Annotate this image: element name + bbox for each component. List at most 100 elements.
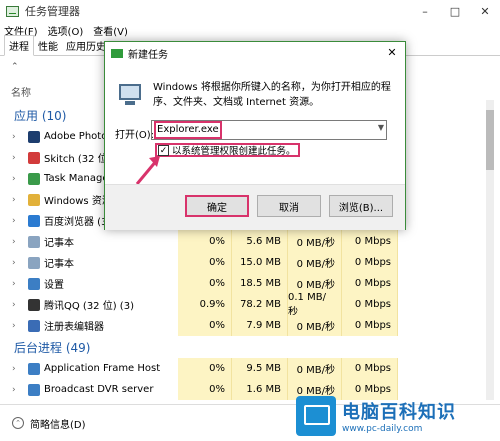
app-icon xyxy=(28,214,40,227)
app-icon xyxy=(28,235,40,248)
close-icon[interactable]: ✕ xyxy=(470,0,500,22)
memory-cell: 15.0 MB xyxy=(232,252,288,273)
monitor-logo-icon xyxy=(296,396,336,436)
chevron-right-icon[interactable]: › xyxy=(12,258,16,268)
ok-button[interactable]: 确定 xyxy=(185,195,249,217)
app-icon xyxy=(28,319,40,332)
disk-cell: 0 MB/秒 xyxy=(288,358,342,379)
process-name: 记事本 xyxy=(44,238,74,249)
chevron-right-icon[interactable]: › xyxy=(12,321,16,331)
chevron-right-icon[interactable]: › xyxy=(12,195,16,205)
cancel-button[interactable]: 取消 xyxy=(257,195,321,217)
window-controls: – □ ✕ xyxy=(410,0,500,22)
browse-button[interactable]: 浏览(B)... xyxy=(329,195,393,217)
app-icon xyxy=(28,172,40,185)
window-title: 任务管理器 xyxy=(25,5,80,18)
table-row[interactable]: › 腾讯QQ (32 位) (3) 0.9% 78.2 MB 0.1 MB/秒 0 Mbp… xyxy=(0,292,480,318)
app-icon xyxy=(28,383,40,396)
process-stats: 0% 9.5 MB 0 MB/秒 0 Mbps xyxy=(178,358,398,379)
network-cell: 0 Mbps xyxy=(342,358,398,379)
cpu-cell: 0% xyxy=(178,231,232,252)
minimize-icon[interactable]: – xyxy=(410,0,440,22)
chevron-right-icon[interactable]: › xyxy=(12,279,16,289)
process-name: Skitch (32 位) xyxy=(44,154,112,165)
memory-cell: 1.6 MB xyxy=(232,379,288,400)
admin-checkbox-label[interactable]: 以系统管理权限创建此任务。 xyxy=(172,143,296,157)
chevron-down-icon[interactable]: ▼ xyxy=(378,123,384,132)
app-icon xyxy=(28,130,40,143)
chevron-right-icon[interactable]: › xyxy=(12,216,16,226)
dialog-title: 新建任务 xyxy=(128,49,168,61)
table-row[interactable]: › 注册表编辑器 0% 7.9 MB 0 MB/秒 0 Mbps xyxy=(0,315,480,336)
process-stats: 0% 15.0 MB 0 MB/秒 0 Mbps xyxy=(178,252,398,273)
chevron-right-icon[interactable]: › xyxy=(12,237,16,247)
watermark: 电脑百科知识 www.pc-daily.com xyxy=(296,394,496,438)
title-bar: 任务管理器 – □ ✕ xyxy=(0,0,500,22)
column-header-name[interactable]: 名称 xyxy=(11,84,31,99)
cpu-cell: 0.9% xyxy=(178,294,232,315)
watermark-name: 电脑百科知识 xyxy=(342,402,456,423)
disk-cell: 0.1 MB/秒 xyxy=(288,292,342,318)
memory-cell: 5.6 MB xyxy=(232,231,288,252)
table-row[interactable]: › 设置 0% 18.5 MB 0 MB/秒 0 Mbps xyxy=(0,273,480,294)
memory-cell: 9.5 MB xyxy=(232,358,288,379)
network-cell: 0 Mbps xyxy=(342,252,398,273)
memory-cell: 78.2 MB xyxy=(232,294,288,315)
chevron-up-icon[interactable]: ⌃ xyxy=(11,62,19,72)
disk-cell: 0 MB/秒 xyxy=(288,315,342,336)
open-input-value[interactable]: Explorer.exe xyxy=(154,121,222,139)
group-background: 后台进程 (49) xyxy=(14,340,91,355)
memory-cell: 18.5 MB xyxy=(232,273,288,294)
chevron-right-icon[interactable]: › xyxy=(12,132,16,142)
process-name: 记事本 xyxy=(44,259,74,270)
process-name: 腾讯QQ (32 位) (3) xyxy=(44,301,134,312)
cpu-cell: 0% xyxy=(178,252,232,273)
app-icon xyxy=(28,362,40,375)
admin-checkbox[interactable]: ✓ 以系统管理权限创建此任务。 xyxy=(155,143,300,157)
chevron-right-icon[interactable]: › xyxy=(12,385,16,395)
network-cell: 0 Mbps xyxy=(342,231,398,252)
memory-cell: 7.9 MB xyxy=(232,315,288,336)
fewer-details-link[interactable]: 简略信息(D) xyxy=(30,416,86,431)
process-name: 注册表编辑器 xyxy=(44,322,104,333)
process-name: Adobe Photos xyxy=(44,131,113,142)
table-row[interactable]: › 记事本 0% 5.6 MB 0 MB/秒 0 Mbps xyxy=(0,231,480,252)
task-manager-icon xyxy=(6,5,19,17)
app-icon xyxy=(28,151,40,164)
disk-cell: 0 MB/秒 xyxy=(288,252,342,273)
dialog-app-icon xyxy=(111,48,123,58)
new-task-dialog: 新建任务 ✕ Windows 将根据你所键入的名称，为你打开相应的程序、文件夹、… xyxy=(104,41,406,230)
network-cell: 0 Mbps xyxy=(342,294,398,315)
app-icon xyxy=(28,298,40,311)
chevron-up-circle-icon[interactable]: ⌃ xyxy=(12,417,24,429)
annotation-arrow-icon xyxy=(135,156,160,185)
dialog-title-bar: 新建任务 ✕ xyxy=(105,42,405,64)
cpu-cell: 0% xyxy=(178,315,232,336)
watermark-url: www.pc-daily.com xyxy=(342,424,423,434)
table-row[interactable]: › Application Frame Host 0% 9.5 MB 0 MB/秒 0 M… xyxy=(0,358,480,379)
process-name: Broadcast DVR server xyxy=(44,384,154,395)
process-stats: 0% 7.9 MB 0 MB/秒 0 Mbps xyxy=(178,315,398,336)
tab-processes[interactable]: 进程 xyxy=(4,35,34,56)
dialog-footer: 确定 取消 浏览(B)... xyxy=(105,184,405,230)
dialog-description: Windows 将根据你所键入的名称，为你打开相应的程序、文件夹、文档或 Int… xyxy=(153,82,391,108)
scrollbar[interactable] xyxy=(486,100,494,400)
chevron-right-icon[interactable]: › xyxy=(12,153,16,163)
process-name: Application Frame Host xyxy=(44,363,161,374)
chevron-right-icon[interactable]: › xyxy=(12,300,16,310)
scrollbar-thumb[interactable] xyxy=(486,110,494,170)
process-stats: 0% 5.6 MB 0 MB/秒 0 Mbps xyxy=(178,231,398,252)
maximize-icon[interactable]: □ xyxy=(440,0,470,22)
process-name: Task Manager xyxy=(44,173,113,184)
run-icon xyxy=(117,82,143,108)
process-name: Windows 资源 xyxy=(44,196,112,207)
network-cell: 0 Mbps xyxy=(342,273,398,294)
chevron-right-icon[interactable]: › xyxy=(12,174,16,184)
close-icon[interactable]: ✕ xyxy=(379,42,405,62)
chevron-right-icon[interactable]: › xyxy=(12,364,16,374)
table-row[interactable]: › 记事本 0% 15.0 MB 0 MB/秒 0 Mbps xyxy=(0,252,480,273)
tab-performance[interactable]: 性能 xyxy=(34,36,62,55)
app-icon xyxy=(28,277,40,290)
open-input[interactable]: Explorer.exe ▼ xyxy=(151,120,387,140)
dialog-body: Windows 将根据你所键入的名称，为你打开相应的程序、文件夹、文档或 Int… xyxy=(105,64,405,185)
